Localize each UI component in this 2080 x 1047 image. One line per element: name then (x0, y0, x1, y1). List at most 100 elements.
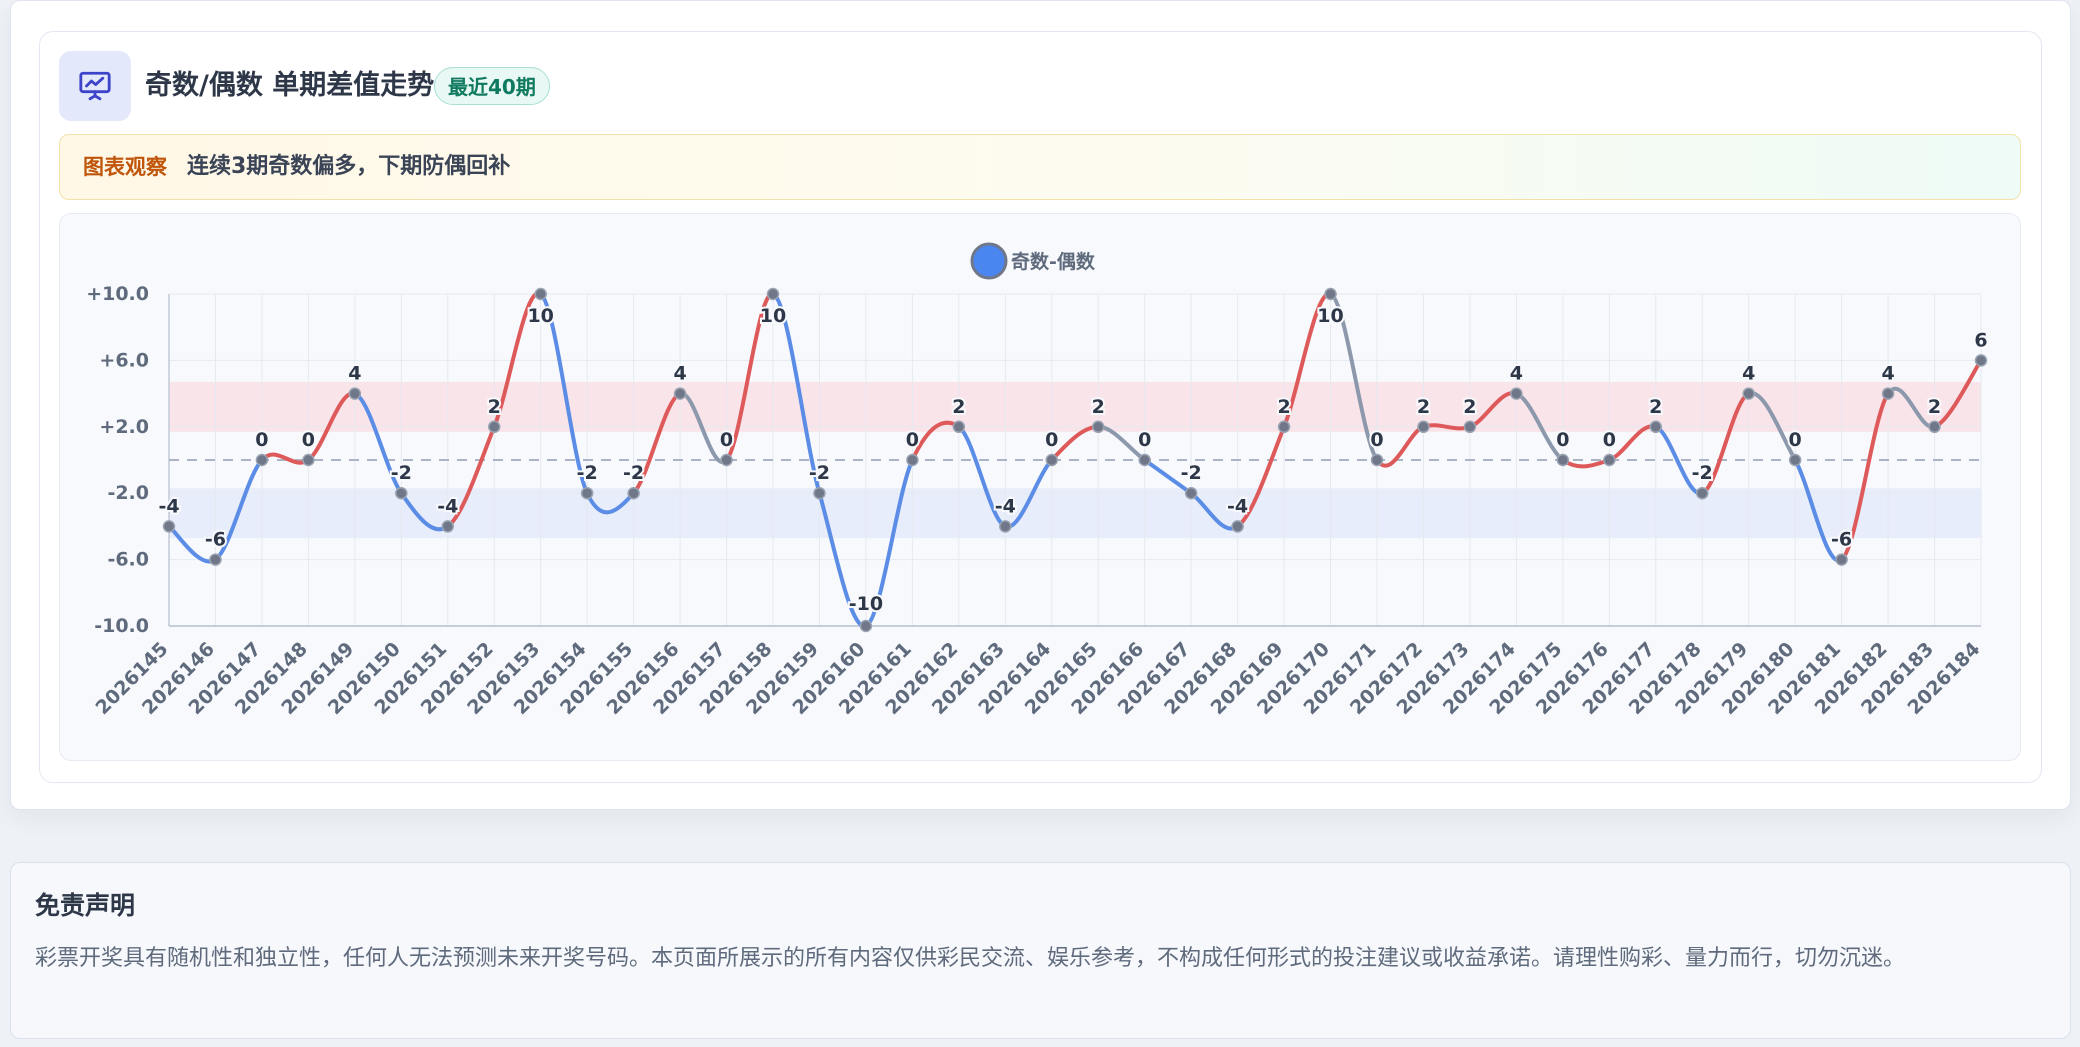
data-label: -4 (158, 495, 179, 517)
data-point (1556, 453, 1570, 467)
data-label: -6 (205, 529, 226, 551)
series-line-segment (259, 452, 311, 465)
period-badge: 最近40期 (434, 67, 550, 105)
data-point (1881, 387, 1895, 400)
data-point (534, 287, 547, 301)
data-label: 2 (1649, 396, 1662, 418)
data-point (1091, 420, 1105, 434)
observation-label: 图表观察 (83, 155, 167, 179)
chart-title: 奇数/偶数 单期差值走势 (145, 70, 435, 101)
data-label: -10 (849, 593, 883, 615)
data-point (766, 287, 780, 301)
presentation-chart-icon (59, 51, 131, 121)
data-point (1184, 486, 1198, 500)
data-label: -2 (1692, 462, 1713, 484)
data-label: 6 (1974, 329, 1987, 351)
data-label: 2 (1928, 396, 1941, 418)
data-point (487, 420, 501, 434)
data-point (720, 453, 733, 467)
data-label: -2 (1181, 462, 1202, 484)
data-point (1695, 486, 1709, 500)
data-label: 0 (906, 429, 919, 451)
y-tick-label: -2.0 (107, 482, 149, 504)
observation-text: 连续3期奇数偏多，下期防偶回补 (187, 154, 511, 179)
data-label: 10 (527, 305, 553, 327)
data-label: 0 (1789, 429, 1802, 451)
legend-marker (970, 242, 1008, 280)
data-label: 0 (1370, 429, 1383, 451)
data-point (1045, 453, 1059, 467)
y-tick-label: +10.0 (86, 283, 149, 305)
data-label: -2 (391, 462, 412, 484)
data-label: 0 (302, 429, 315, 451)
data-label: 2 (1463, 396, 1476, 418)
data-label: -2 (577, 462, 598, 484)
data-point (999, 520, 1012, 533)
series-line-segment (1560, 458, 1612, 469)
data-point (1788, 453, 1802, 467)
data-point (859, 619, 873, 633)
data-label: -6 (1831, 529, 1852, 551)
data-label: 0 (1556, 429, 1569, 451)
data-point (580, 486, 594, 500)
data-label: 4 (1742, 363, 1755, 385)
data-point (1603, 453, 1616, 467)
data-point (952, 420, 966, 434)
data-point (627, 486, 640, 500)
data-label: -4 (995, 495, 1016, 517)
data-point (1370, 453, 1384, 467)
data-label: 0 (1603, 429, 1616, 451)
y-tick-label: -6.0 (107, 549, 149, 571)
disclaimer-card: 免责声明 彩票开奖具有随机性和独立性，任何人无法预测未来开奖号码。本页面所展示的… (10, 862, 2071, 1039)
y-tick-label: -10.0 (94, 615, 149, 637)
data-label: 2 (1417, 396, 1430, 418)
data-label: 0 (720, 429, 733, 451)
data-label: 2 (952, 396, 965, 418)
chart-panel: +10.0 +6.0 +2.0 -2.0 -6.0 -10.0 2026145 2026146… (59, 213, 2021, 761)
data-point (1835, 553, 1848, 566)
data-point (813, 486, 826, 500)
data-label: 4 (348, 363, 361, 385)
data-label: -2 (809, 462, 830, 484)
legend-label: 奇数-偶数 (1011, 250, 1096, 273)
data-label: 4 (1510, 363, 1523, 385)
data-point (255, 453, 269, 467)
data-point (906, 453, 919, 467)
data-point (1277, 420, 1291, 434)
data-point (1649, 420, 1663, 434)
data-label: 0 (1138, 429, 1151, 451)
data-point (1928, 420, 1941, 434)
data-point (302, 453, 315, 467)
data-point (348, 387, 362, 400)
data-label: 2 (1092, 396, 1105, 418)
data-point (209, 553, 222, 566)
data-point (1463, 420, 1477, 434)
y-tick-label: +2.0 (99, 416, 149, 438)
data-label: 0 (255, 429, 268, 451)
data-label: 0 (1045, 429, 1058, 451)
data-label: -2 (623, 462, 644, 484)
data-label: 4 (1881, 363, 1894, 385)
data-point (1742, 387, 1755, 400)
disclaimer-text: 彩票开奖具有随机性和独立性，任何人无法预测未来开奖号码。本页面所展示的所有内容仅… (35, 946, 1906, 971)
data-point (1324, 287, 1337, 301)
data-point (1974, 354, 1988, 367)
data-label: -4 (437, 495, 458, 517)
odd-even-line-chart: +10.0+6.0+2.0-2.0-6.0-10.020261452026146… (86, 242, 1990, 719)
data-label: 2 (488, 396, 501, 418)
data-point (1417, 420, 1430, 434)
data-point (1231, 520, 1244, 533)
data-label: 2 (1277, 396, 1290, 418)
data-label: 10 (760, 305, 786, 327)
data-label: 10 (1317, 305, 1343, 327)
data-label: 4 (673, 363, 686, 385)
data-point (673, 387, 687, 400)
data-label: -4 (1227, 495, 1248, 517)
observation-banner: 图表观察 连续3期奇数偏多，下期防偶回补 (59, 134, 2021, 200)
data-point (162, 520, 176, 533)
disclaimer-title: 免责声明 (35, 891, 136, 920)
data-point (395, 486, 408, 500)
data-point (1510, 387, 1523, 400)
range-band-0 (169, 381, 1981, 432)
data-point (441, 520, 455, 533)
